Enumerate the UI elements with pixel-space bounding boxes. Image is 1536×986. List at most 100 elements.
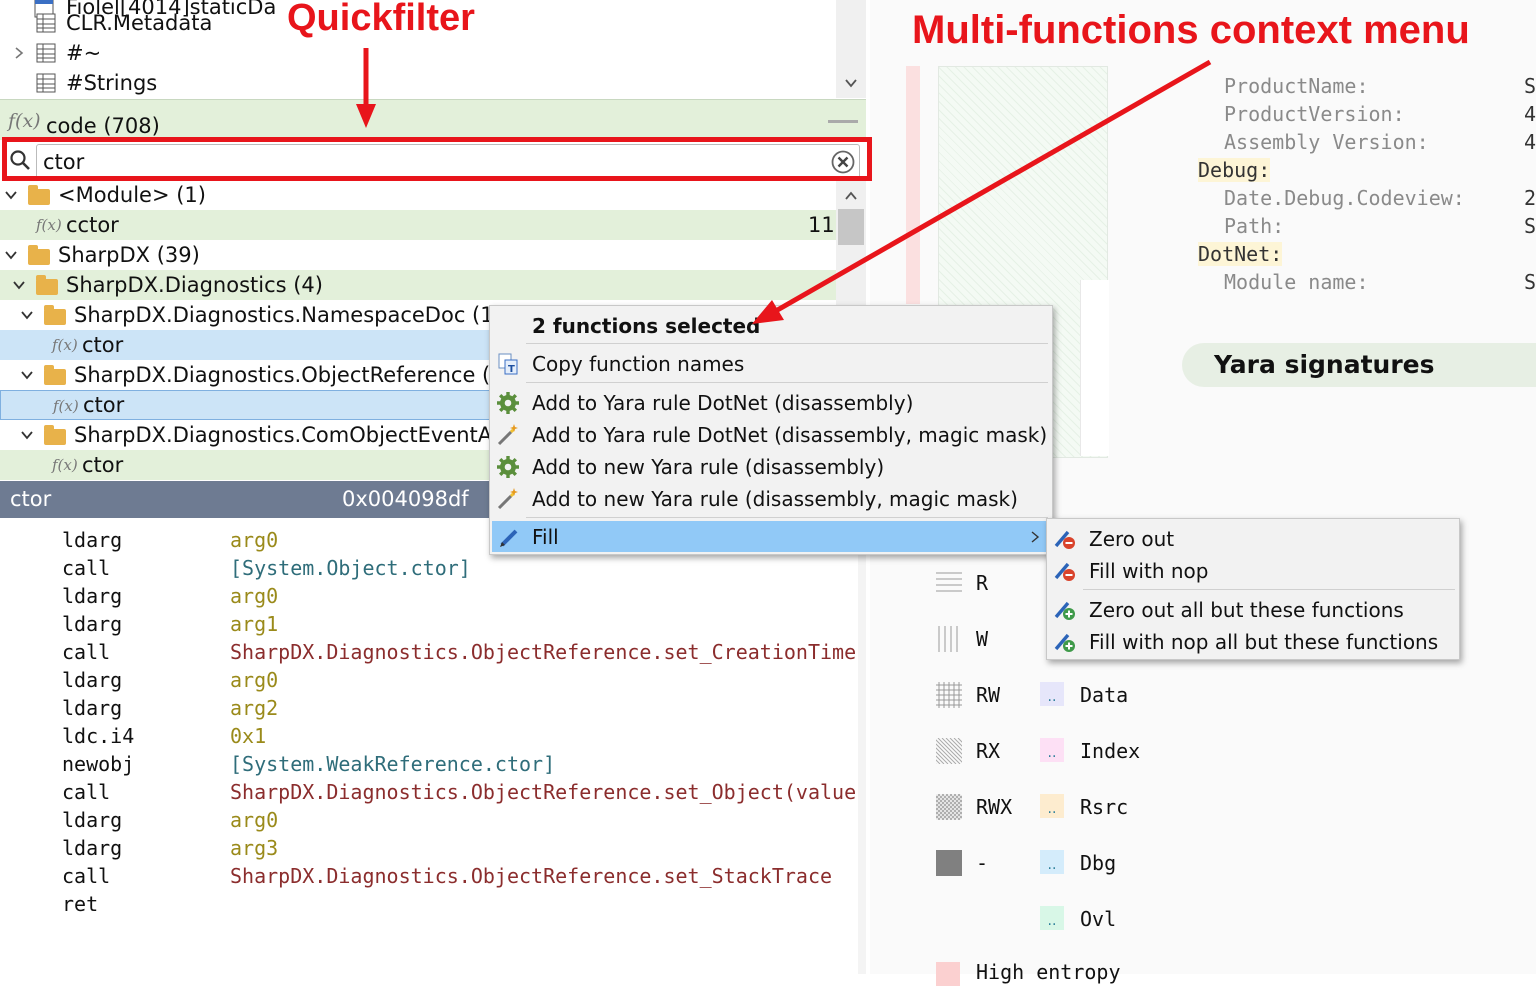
annotation-context-menu: Multi-functions context menu [912, 8, 1470, 52]
menu-item-fill[interactable]: Fill [492, 521, 1050, 552]
grid-icon [936, 682, 962, 708]
swatch-icon: .. [1040, 906, 1064, 930]
opcode: ldarg [62, 836, 123, 860]
tree-item-strings[interactable]: #Strings [0, 68, 836, 98]
operand: arg1 [230, 612, 279, 636]
legend-label: RWX [976, 795, 1013, 819]
opcode: ret [62, 892, 99, 916]
disassembly-view: ldarg arg0 call [System.Object.ctor] ldarg ar… [0, 518, 858, 974]
folder-icon [44, 305, 66, 325]
tree-item-label: <Module> (1) [58, 183, 206, 207]
menu-separator [526, 382, 1048, 383]
opcode: ldarg [62, 696, 123, 720]
chevron-down-icon[interactable] [4, 188, 18, 202]
context-menu: 2 functions selected T Copy function nam… [489, 305, 1053, 555]
opcode: ldarg [62, 668, 123, 692]
pen-icon [500, 529, 518, 547]
table-icon [36, 13, 56, 33]
code-section-title: code (708) [46, 114, 160, 138]
menu-separator [526, 517, 1048, 518]
chevron-down-icon[interactable] [844, 76, 858, 90]
chevron-right-icon [1031, 531, 1040, 543]
menu-item-yara-dotnet-magic[interactable]: Add to Yara rule DotNet (disassembly, ma… [490, 419, 1052, 451]
table-icon [36, 43, 56, 63]
opcode: ldarg [62, 808, 123, 832]
tree-folder-diagnostics[interactable]: SharpDX.Diagnostics (4) [0, 270, 836, 300]
operand: arg2 [230, 696, 279, 720]
pen-plus-icon [1054, 601, 1075, 620]
legend-label: RW [976, 683, 1001, 707]
yara-signatures-header[interactable]: Yara signatures [1182, 343, 1536, 387]
tree-function-cctor[interactable]: f(x) cctor 11 [0, 210, 836, 240]
info-label: ProductVersion: [1224, 102, 1405, 126]
info-label: Path: [1224, 214, 1285, 238]
tree-item-label: CLR.Metadata [66, 11, 213, 35]
copy-icon: T [498, 353, 518, 375]
menu-item-fill-nop-all-but[interactable]: Fill with nop all but these functions [1047, 626, 1459, 658]
chevron-up-icon[interactable] [844, 189, 858, 203]
tree-item-label: #~ [66, 41, 102, 65]
menu-item-zero-out-all-but[interactable]: Zero out all but these functions [1047, 594, 1459, 626]
menu-item-new-yara[interactable]: Add to new Yara rule (disassembly) [490, 451, 1052, 483]
scrollbar[interactable] [836, 0, 866, 98]
folder-icon [44, 365, 66, 385]
menu-item-copy-function-names[interactable]: T Copy function names [490, 348, 1052, 380]
info-label: ProductName: [1224, 74, 1369, 98]
scrollbar-thumb[interactable] [838, 209, 864, 245]
fx-icon: f(x) [36, 216, 62, 234]
tree-item-label: ctor [83, 393, 125, 417]
chevron-down-icon[interactable] [20, 308, 34, 322]
menu-item-zero-out[interactable]: Zero out [1047, 523, 1459, 555]
menu-item-yara-dotnet[interactable]: Add to Yara rule DotNet (disassembly) [490, 387, 1052, 419]
gear-icon [497, 456, 519, 478]
info-label: Assembly Version: [1224, 130, 1429, 154]
opcode: call [62, 780, 111, 804]
disasm-scrollbar[interactable] [858, 518, 866, 974]
info-section-label: Debug: [1198, 158, 1271, 182]
fx-icon: f(x) [53, 397, 79, 415]
chevron-down-icon[interactable] [20, 368, 34, 382]
legend-label: Dbg [1080, 851, 1117, 875]
tree-item-tilde[interactable]: #~ [0, 38, 836, 68]
swatch-icon: .. [1040, 682, 1064, 706]
menu-item-label: Add to Yara rule DotNet (disassembly) [532, 391, 914, 415]
legend-label: Ovl [1080, 907, 1117, 931]
legend-label: High entropy [976, 960, 1121, 984]
section-map-gap [1080, 280, 1109, 456]
operand: SharpDX.Diagnostics.ObjectReference.set_… [230, 780, 858, 804]
operand: [System.WeakReference.ctor] [230, 752, 556, 776]
tree-folder-module[interactable]: <Module> (1) [0, 181, 836, 209]
legend-label: R [976, 571, 989, 595]
legend-label: - [976, 851, 989, 875]
fx-icon: f(x) [52, 456, 78, 474]
function-address: 0x004098df [342, 487, 469, 511]
svg-text:T: T [508, 364, 515, 375]
operand: 0x1 [230, 724, 267, 748]
pen-plus-icon [1054, 633, 1075, 652]
cross-icon [936, 794, 962, 820]
collapse-icon[interactable] [828, 120, 858, 123]
swatch-icon [936, 962, 960, 986]
info-value: 4 [1524, 102, 1536, 126]
chevron-right-icon[interactable] [12, 46, 26, 60]
function-name: ctor [10, 487, 52, 511]
opcode: ldarg [62, 528, 123, 552]
menu-item-fill-with-nop[interactable]: Fill with nop [1047, 555, 1459, 587]
opcode: newobj [62, 752, 135, 776]
operand: arg0 [230, 668, 279, 692]
legend-label: Data [1080, 683, 1129, 707]
info-label: Date.Debug.Codeview: [1224, 186, 1465, 210]
annotation-quickfilter: Quickfilter [287, 0, 475, 39]
chevron-down-icon[interactable] [12, 278, 26, 292]
menu-item-new-yara-magic[interactable]: Add to new Yara rule (disassembly, magic… [490, 483, 1052, 515]
fx-icon: f(x) [52, 336, 78, 354]
tree-folder-sharpdx[interactable]: SharpDX (39) [0, 240, 836, 270]
pen-minus-icon [1054, 530, 1075, 549]
tree-item-label: SharpDX.Diagnostics.NamespaceDoc (1) [74, 303, 502, 327]
info-label: Module name: [1224, 270, 1369, 294]
code-section-header[interactable]: f(x) code (708) [0, 99, 866, 140]
chevron-down-icon[interactable] [4, 248, 18, 262]
fx-icon: f(x) [8, 110, 41, 132]
chevron-down-icon[interactable] [20, 428, 34, 442]
folder-icon [36, 275, 58, 295]
